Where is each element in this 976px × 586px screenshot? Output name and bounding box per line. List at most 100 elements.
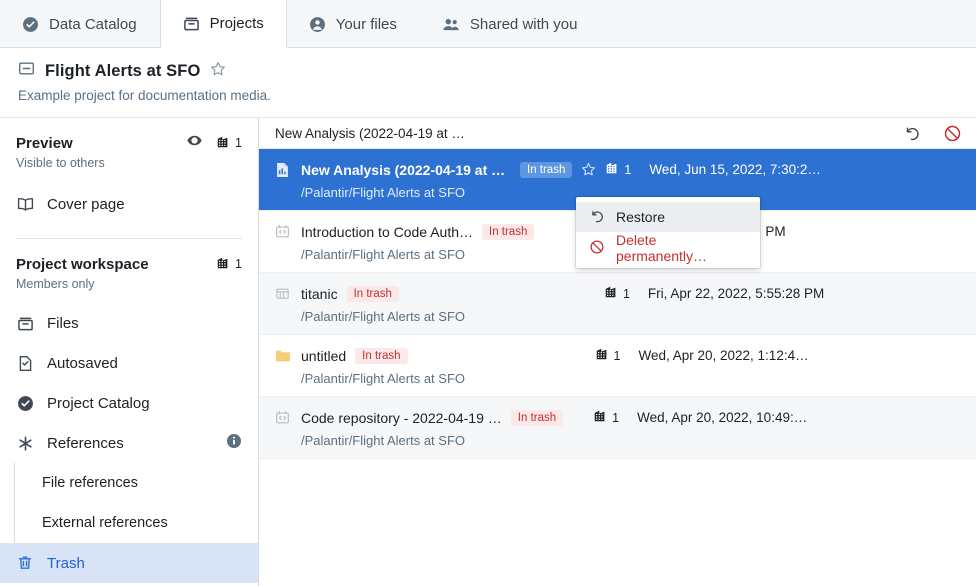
status-badge: In trash: [510, 409, 564, 426]
organization-icon: [216, 256, 230, 273]
star-outline-icon[interactable]: [581, 162, 596, 177]
row-name: Introduction to Code Auth…: [301, 223, 473, 240]
org-count-label: 1: [622, 286, 630, 301]
tab-data-catalog[interactable]: Data Catalog: [0, 0, 160, 48]
row-date: Wed, Apr 20, 2022, 10:49:…: [637, 410, 808, 425]
row-path: /Palantir/Flight Alerts at SFO: [301, 371, 466, 386]
subitem-label: File references: [42, 475, 138, 491]
people-icon: [442, 16, 460, 33]
preview-subtitle: Visible to others: [16, 156, 105, 170]
files-box-icon: [16, 315, 34, 332]
check-circle-icon: [16, 395, 34, 412]
undo-arrow-icon: [589, 208, 605, 227]
app-window: Data Catalog Projects Your files Shared …: [0, 0, 976, 586]
sidebar-item-references[interactable]: References: [0, 423, 258, 463]
sidebar-divider: [16, 238, 242, 239]
project-description: Example project for documentation media.: [18, 88, 271, 103]
context-menu-item-label: Delete permanently…: [616, 232, 708, 264]
tab-label: Shared with you: [469, 15, 578, 33]
sidebar-item-cover-page[interactable]: Cover page: [0, 184, 258, 224]
table-row[interactable]: untitled In trash 1 Wed, Apr 20, 2022, 1…: [259, 335, 976, 397]
row-top: New Analysis (2022-04-19 at 1… In trash: [273, 159, 960, 180]
info-icon[interactable]: [226, 433, 242, 453]
row-org-count: 1: [595, 347, 621, 364]
sidebar-item-project-catalog[interactable]: Project Catalog: [0, 383, 258, 423]
tab-your-files[interactable]: Your files: [287, 0, 420, 48]
organization-icon: [216, 135, 230, 152]
check-circle-icon: [22, 16, 39, 33]
row-path: /Palantir/Flight Alerts at SFO: [301, 309, 466, 324]
delete-circle-icon: [589, 239, 605, 258]
sidebar-item-label: Autosaved: [47, 354, 118, 372]
workspace-section-header: Project workspace 1: [0, 253, 258, 275]
tabbar-spacer: [600, 0, 976, 47]
sidebar-item-label: References: [47, 434, 124, 452]
organization-icon: [593, 409, 607, 426]
status-badge: In trash: [482, 223, 535, 240]
main-header-actions: [903, 124, 962, 143]
main-panel: New Analysis (2022-04-19 at … New Analys…: [259, 118, 976, 586]
org-count-label: 1: [235, 257, 242, 271]
person-icon: [309, 16, 326, 33]
status-badge: In trash: [355, 347, 408, 364]
sidebar-item-external-references[interactable]: External references: [26, 503, 258, 543]
eye-icon[interactable]: [187, 134, 202, 152]
row-date: Wed, Jun 15, 2022, 7:30:2…: [649, 162, 821, 177]
sidebar-item-autosaved[interactable]: Autosaved: [0, 343, 258, 383]
workspace-org-count: 1: [216, 256, 242, 273]
sidebar-item-label: Cover page: [47, 195, 125, 213]
row-org-count: 1: [604, 285, 630, 302]
delete-circle-icon[interactable]: [943, 124, 962, 143]
folder-icon: [273, 349, 292, 363]
status-badge: In trash: [346, 285, 399, 302]
tab-shared-with-you[interactable]: Shared with you: [420, 0, 601, 48]
context-menu-item-restore[interactable]: Restore: [576, 202, 760, 232]
table-row[interactable]: titanic In trash 1 Fri, Apr 22, 2022, 5:…: [259, 273, 976, 335]
code-repo-icon: [273, 410, 292, 425]
row-name: untitled: [301, 347, 347, 364]
row-top: untitled In trash 1 Wed, Apr 20, 2022, 1…: [273, 345, 960, 366]
workspace-title: Project workspace: [16, 255, 149, 273]
org-count-label: 1: [612, 410, 620, 425]
book-icon: [16, 196, 34, 213]
context-menu-item-delete-permanently[interactable]: Delete permanently…: [576, 232, 760, 264]
sidebar-item-label: Project Catalog: [47, 394, 150, 412]
tab-label: Your files: [335, 15, 397, 33]
tab-projects[interactable]: Projects: [159, 0, 287, 48]
sidebar-item-file-references[interactable]: File references: [26, 463, 258, 503]
organization-icon: [604, 285, 618, 302]
preview-org-count: 1: [216, 135, 242, 152]
organization-icon: [595, 347, 609, 364]
references-subnav: File references External references: [0, 463, 258, 543]
sidebar-item-trash[interactable]: Trash: [0, 543, 258, 583]
row-name: Code repository - 2022-04-19 …: [301, 409, 502, 426]
main-header-title: New Analysis (2022-04-19 at …: [275, 125, 465, 141]
projects-box-icon: [183, 15, 200, 32]
asterisk-icon: [16, 435, 34, 452]
subitem-label: External references: [42, 515, 168, 531]
project-header: Flight Alerts at SFO Example project for…: [0, 48, 976, 117]
tab-label: Projects: [209, 15, 264, 32]
row-date: Wed, Apr 20, 2022, 1:12:4…: [638, 348, 809, 363]
org-count-label: 1: [613, 348, 621, 363]
context-menu: Restore Delete permanently…: [576, 197, 760, 268]
list-empty-area: [259, 459, 976, 507]
row-date: PM: [765, 224, 786, 239]
main-header: New Analysis (2022-04-19 at …: [259, 118, 976, 149]
org-count-label: 1: [235, 136, 242, 150]
star-outline-icon[interactable]: [210, 61, 226, 82]
undo-arrow-icon[interactable]: [903, 124, 921, 142]
preview-title: Preview: [16, 134, 73, 152]
table-icon: [273, 286, 292, 301]
preview-section-header: Preview 1: [0, 132, 258, 154]
row-top: Code repository - 2022-04-19 … In trash …: [273, 407, 960, 428]
status-badge: In trash: [520, 161, 573, 178]
row-path: /Palantir/Flight Alerts at SFO: [301, 433, 466, 448]
table-row[interactable]: Code repository - 2022-04-19 … In trash …: [259, 397, 976, 459]
sidebar-item-label: Trash: [47, 554, 85, 572]
project-folder-icon: [18, 60, 35, 82]
sidebar-item-files[interactable]: Files: [0, 303, 258, 343]
analysis-file-icon: [273, 162, 292, 178]
page-title: Flight Alerts at SFO: [45, 61, 201, 80]
row-org-count: 1: [605, 161, 631, 178]
